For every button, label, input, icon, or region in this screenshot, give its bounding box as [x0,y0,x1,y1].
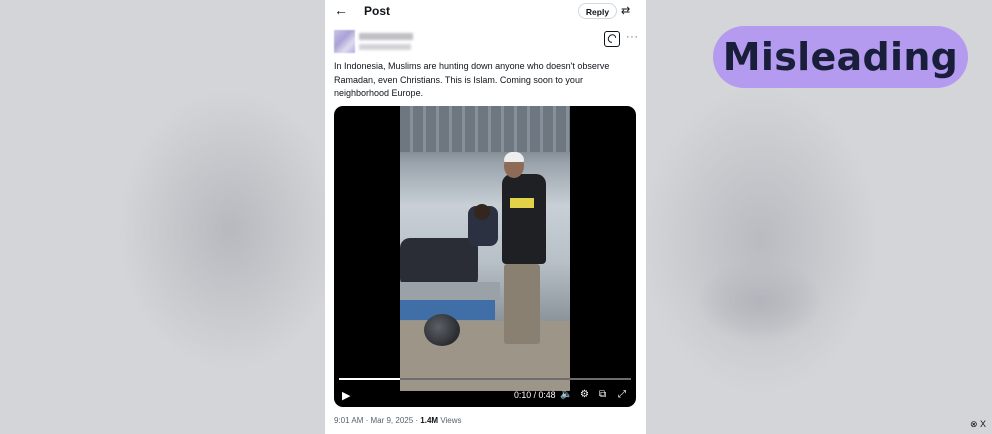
video-player[interactable]: ▶ 0:10 / 0:48 🔈 ⚙ ⧉ ⤢ [334,106,636,407]
back-arrow-icon[interactable]: ← [334,2,348,18]
views-label: Views [440,416,462,425]
fullscreen-icon[interactable]: ⤢ [618,389,626,400]
post-metadata: 9:01 AM · Mar 9, 2025 · 1.4M Views [334,416,462,425]
tweet-text: In Indonesia, Muslims are hunting down a… [334,61,610,99]
video-progress-fill [339,378,401,380]
video-settings-icon[interactable]: ⚙ [580,389,589,400]
video-time: 0:10 / 0:48 [514,390,556,400]
post-card: ← Post Reply ⇄ ··· In Indonesia, Muslims… [325,0,646,434]
grok-icon[interactable] [604,31,620,47]
views-count: 1.4M [420,416,439,425]
more-options-icon[interactable]: ··· [626,31,639,43]
picture-in-picture-icon[interactable]: ⧉ [599,389,606,400]
post-time[interactable]: 9:01 AM [334,416,363,425]
video-frame [400,106,570,391]
page-title: Post [364,4,391,18]
avatar[interactable] [334,30,355,53]
misleading-label: Misleading [713,26,968,88]
author-handle-blurred[interactable] [359,44,411,50]
reply-button[interactable]: Reply [578,3,617,19]
post-date[interactable]: Mar 9, 2025 [370,416,413,425]
author-name-blurred[interactable] [359,33,413,40]
top-bar: ← Post Reply ⇄ [325,0,646,24]
volume-icon[interactable]: 🔈 [560,389,572,400]
image-credit: ⊗ X [970,419,987,429]
video-progress-bar[interactable] [339,378,631,380]
settings-icon[interactable]: ⇄ [621,4,630,17]
play-icon[interactable]: ▶ [342,389,350,402]
